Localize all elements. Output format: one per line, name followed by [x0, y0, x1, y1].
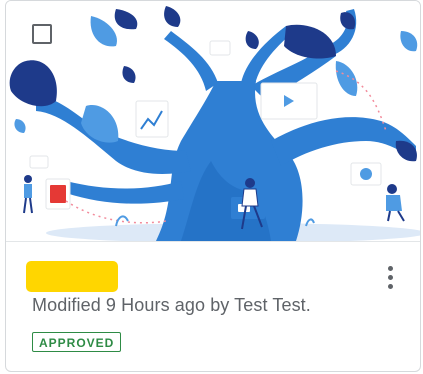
status-badge: APPROVED	[32, 332, 122, 352]
document-name-highlight[interactable]	[26, 261, 118, 292]
tree-illustration	[9, 6, 420, 241]
card-thumbnail[interactable]	[6, 1, 420, 242]
checkbox-unchecked-icon[interactable]	[32, 24, 52, 44]
modified-info: Modified 9 Hours ago by Test Test.	[32, 295, 311, 315]
document-card[interactable]: Modified 9 Hours ago by Test Test. APPRO…	[5, 0, 421, 372]
more-vertical-icon[interactable]	[378, 263, 404, 293]
